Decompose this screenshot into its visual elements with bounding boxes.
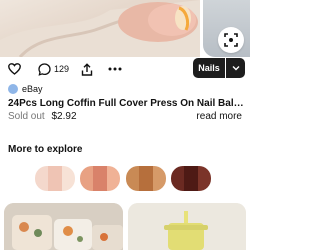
board-name-label[interactable]: Nails bbox=[193, 58, 225, 78]
swatch-segment bbox=[61, 166, 75, 191]
tumbler-photo-illustration bbox=[128, 203, 246, 250]
swatch-segment bbox=[48, 166, 62, 191]
source-avatar bbox=[8, 84, 18, 94]
related-pin-card[interactable] bbox=[4, 203, 123, 250]
pin-image[interactable] bbox=[0, 0, 200, 57]
share-icon bbox=[81, 62, 93, 76]
pin-source[interactable]: eBay bbox=[8, 83, 43, 95]
swatch-segment bbox=[197, 166, 211, 191]
more-dots-icon bbox=[108, 67, 122, 71]
swatch-segment bbox=[106, 166, 120, 191]
nail-photo-illustration bbox=[0, 0, 200, 57]
product-price: $2.92 bbox=[51, 111, 77, 122]
swatch-maroon[interactable] bbox=[171, 166, 211, 191]
swatch-segment bbox=[152, 166, 166, 191]
product-title[interactable]: 24Pcs Long Coffin Full Cover Press On Na… bbox=[8, 98, 246, 109]
comment-button[interactable]: 129 bbox=[38, 58, 69, 80]
comment-count: 129 bbox=[54, 64, 70, 74]
swatch-tan[interactable] bbox=[126, 166, 166, 191]
swatch-peach[interactable] bbox=[80, 166, 120, 191]
swatch-segment bbox=[35, 166, 49, 191]
availability-status: Sold out bbox=[8, 111, 45, 122]
heart-icon bbox=[8, 63, 21, 75]
save-to-board-button[interactable]: Nails bbox=[193, 58, 245, 78]
swatch-segment bbox=[171, 166, 185, 191]
comment-icon bbox=[38, 62, 51, 76]
read-more-link[interactable]: read more bbox=[196, 111, 242, 122]
swatch-segment bbox=[126, 166, 140, 191]
more-to-explore-heading: More to explore bbox=[8, 144, 83, 155]
like-button[interactable] bbox=[8, 58, 21, 80]
board-select-dropdown[interactable] bbox=[226, 58, 245, 78]
pin-image-carousel[interactable] bbox=[0, 0, 250, 57]
share-button[interactable] bbox=[81, 58, 93, 80]
price-row: Sold out $2.92 read more bbox=[8, 111, 242, 123]
swatch-segment bbox=[139, 166, 153, 191]
swatch-light-pink[interactable] bbox=[35, 166, 75, 191]
swatch-segment bbox=[93, 166, 107, 191]
more-options-button[interactable] bbox=[108, 58, 122, 80]
pillows-photo-illustration bbox=[4, 203, 123, 250]
chevron-down-icon bbox=[232, 66, 239, 71]
swatch-segment bbox=[80, 166, 94, 191]
visual-search-icon[interactable] bbox=[218, 27, 244, 53]
swatch-segment bbox=[184, 166, 198, 191]
related-pin-card[interactable] bbox=[128, 203, 246, 250]
source-name[interactable]: eBay bbox=[22, 84, 43, 94]
